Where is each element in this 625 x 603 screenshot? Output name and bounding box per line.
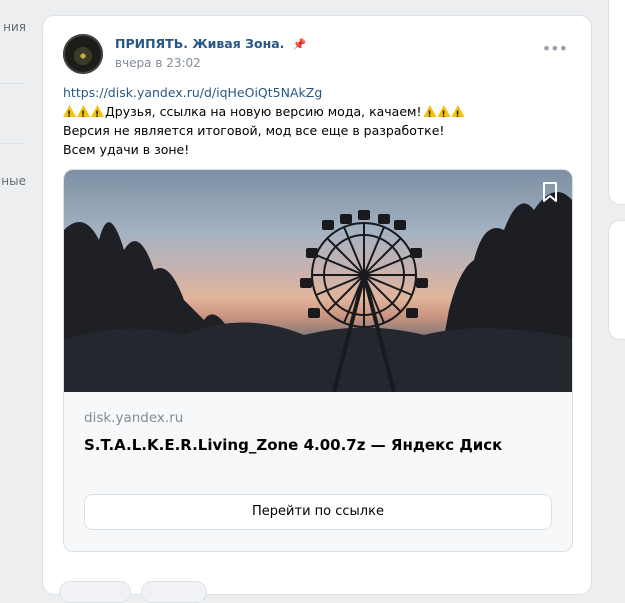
- post-time[interactable]: вчера в 23:02: [115, 56, 201, 70]
- post-text: https://disk.yandex.ru/d/iqHeOiQt5NAkZg …: [63, 83, 573, 159]
- attachment-title[interactable]: S.T.A.L.K.E.R.Living_Zone 4.00.7z — Янде…: [84, 436, 502, 454]
- right-panel-card: [608, 0, 625, 205]
- pin-icon: 📌: [292, 38, 307, 51]
- warning-icon: [63, 105, 76, 117]
- comment-button[interactable]: [141, 581, 207, 603]
- avatar[interactable]: [63, 34, 103, 74]
- left-sidebar: ния ные: [0, 0, 30, 574]
- open-link-button[interactable]: Перейти по ссылке: [84, 494, 552, 530]
- more-dots-icon[interactable]: •••: [542, 41, 568, 57]
- post-author[interactable]: ПРИПЯТЬ. Живая Зона. 📌: [115, 36, 306, 51]
- link-attachment[interactable]: disk.yandex.ru S.T.A.L.K.E.R.Living_Zone…: [63, 169, 573, 552]
- like-button[interactable]: [59, 581, 131, 603]
- attachment-domain[interactable]: disk.yandex.ru: [84, 410, 183, 426]
- bookmark-icon[interactable]: [542, 182, 558, 202]
- post-line-3: Всем удачи в зоне!: [63, 142, 190, 157]
- ferris-wheel-scene: [64, 192, 572, 392]
- warning-icon: [451, 105, 465, 117]
- post-line-2: Версия не является итоговой, мод все еще…: [63, 123, 445, 138]
- warning-icon: [91, 105, 104, 117]
- warning-icon: [423, 105, 437, 117]
- warning-icon: [437, 105, 451, 117]
- sidebar-fragment-1[interactable]: ния: [3, 20, 26, 34]
- sidebar-fragment-2[interactable]: ные: [1, 174, 26, 188]
- author-name[interactable]: ПРИПЯТЬ. Живая Зона.: [115, 36, 284, 51]
- divider: [0, 83, 26, 84]
- post-line-1: Друзья, ссылка на новую версию мода, кач…: [105, 104, 422, 119]
- divider: [0, 143, 26, 144]
- warning-icon: [77, 105, 90, 117]
- right-panel-card: [608, 220, 625, 340]
- post-card: ПРИПЯТЬ. Живая Зона. 📌 вчера в 23:02 •••…: [42, 15, 592, 603]
- post-link[interactable]: https://disk.yandex.ru/d/iqHeOiQt5NAkZg: [63, 85, 322, 100]
- attachment-photo[interactable]: [64, 170, 572, 392]
